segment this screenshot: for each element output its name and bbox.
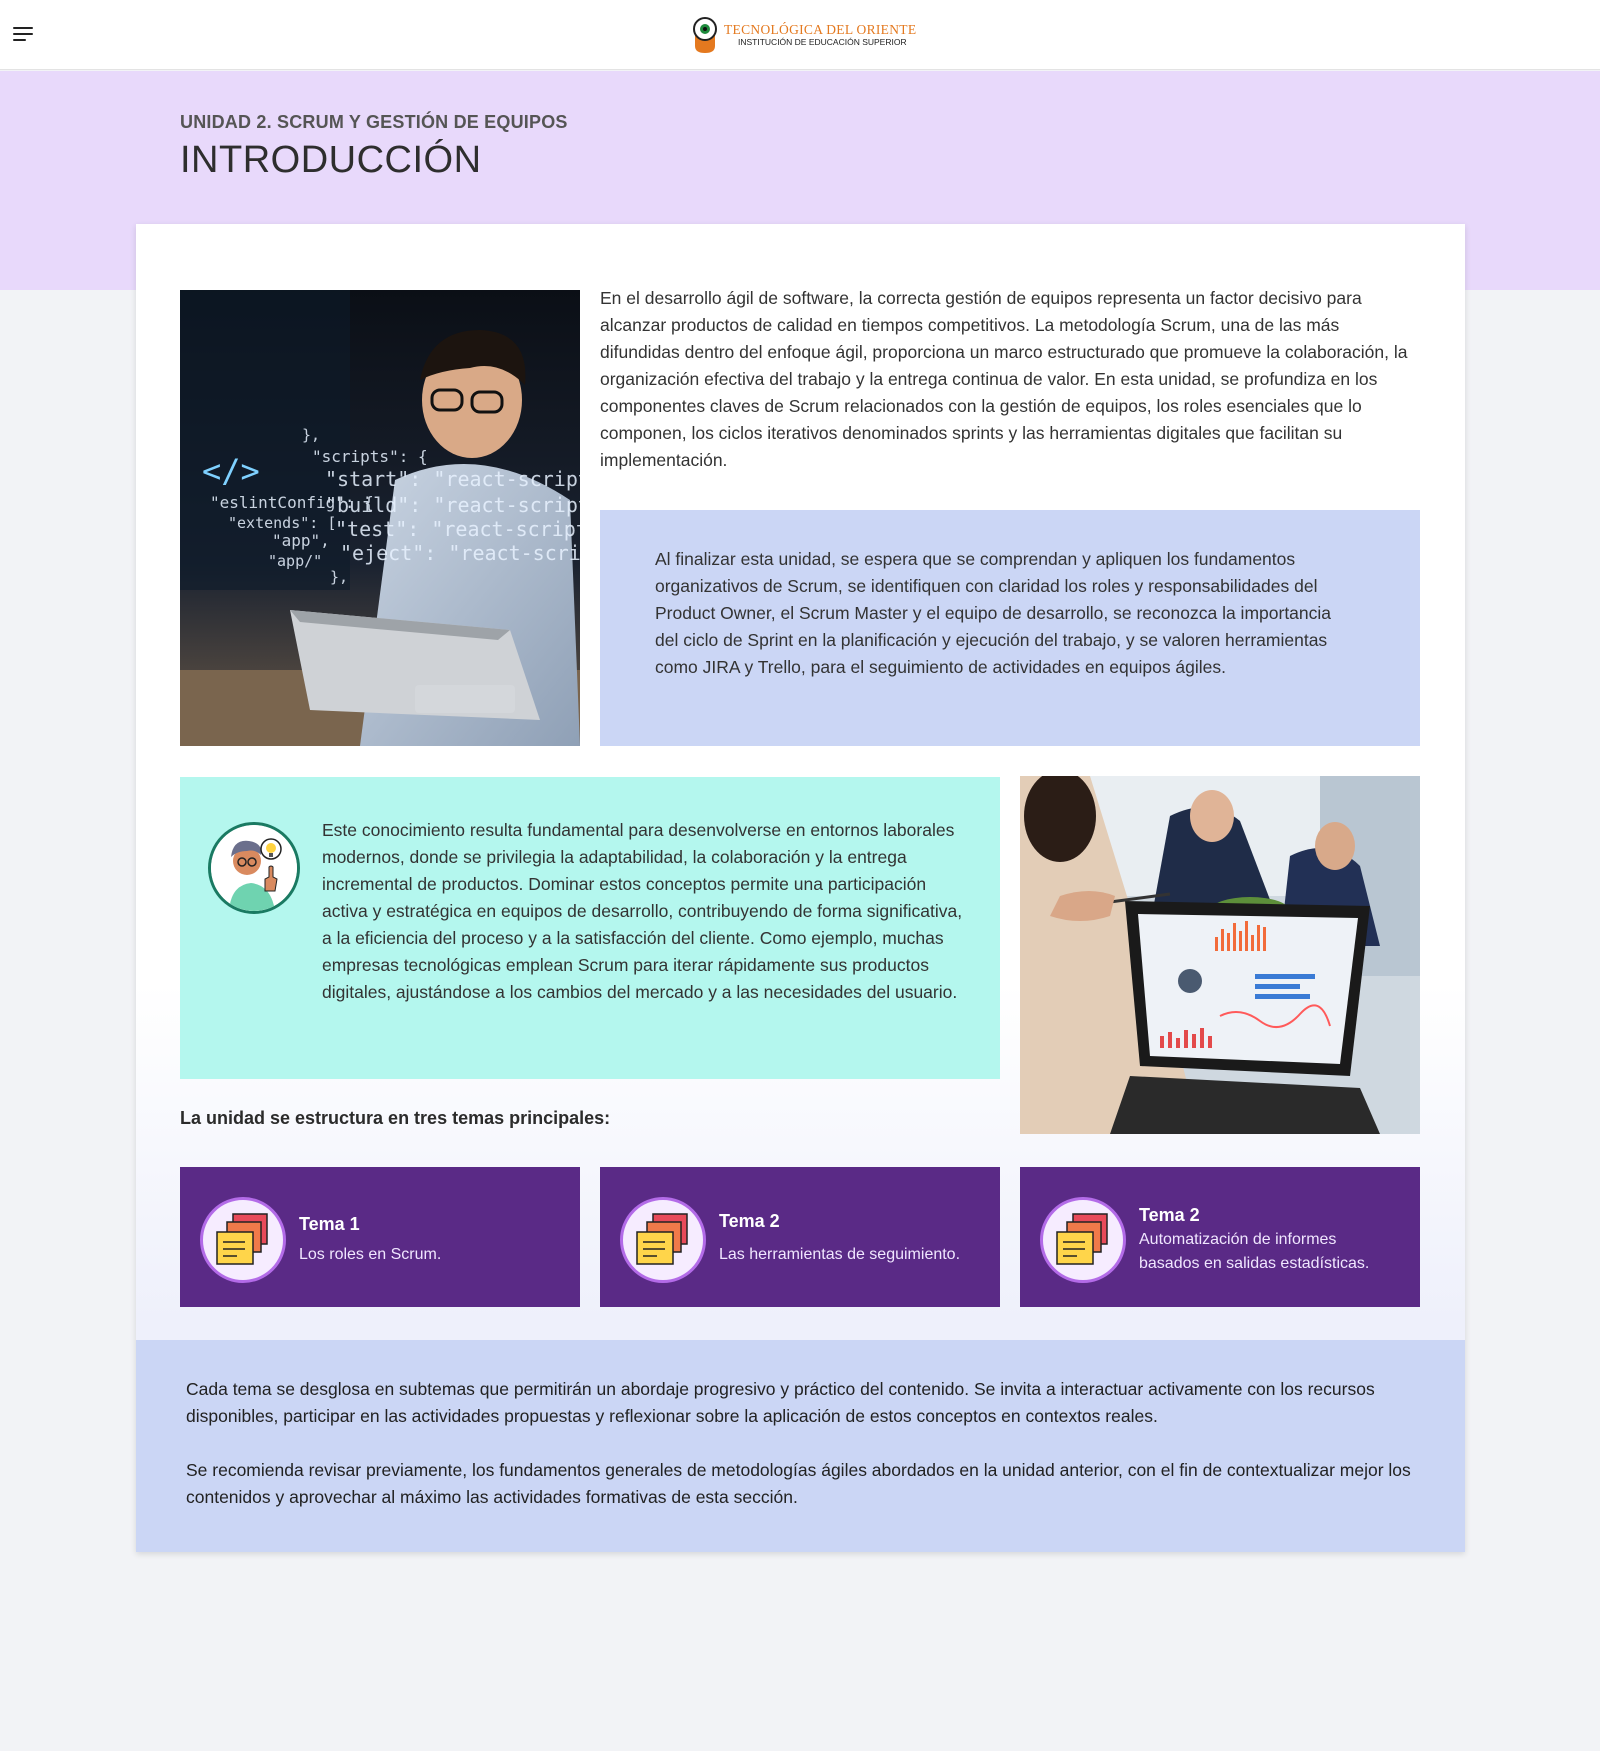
screen-bar xyxy=(1160,1036,1164,1048)
code-line: "start": "react-scripts start", xyxy=(325,467,580,491)
code-line: "extends": [ xyxy=(228,514,336,532)
screen-bar xyxy=(1168,1032,1172,1048)
intro-paragraph: En el desarrollo ágil de software, la co… xyxy=(600,288,1408,470)
institution-logo[interactable]: TECNOLÓGICA DEL ORIENTE INSTITUCIÓN DE E… xyxy=(692,14,916,56)
code-line: "test": "react-scripts test", xyxy=(335,517,580,541)
svg-text:</>: </> xyxy=(202,452,260,490)
objectives-paragraph: Al finalizar esta unidad, se espera que … xyxy=(655,549,1332,677)
screen-bar xyxy=(1227,933,1230,951)
hamburger-menu-icon[interactable] xyxy=(13,27,35,43)
page-title: INTRODUCCIÓN xyxy=(180,139,482,181)
objectives-box: Al finalizar esta unidad, se espera que … xyxy=(600,510,1420,746)
team-meeting-analytics-image xyxy=(1020,776,1420,1134)
topic-card-3[interactable]: Tema 2 Automatización de informes basado… xyxy=(1020,1167,1420,1307)
sticky-notes-icon xyxy=(620,1197,706,1283)
code-line: "app", xyxy=(272,531,330,550)
logo-subtitle: INSTITUCIÓN DE EDUCACIÓN SUPERIOR xyxy=(738,36,907,47)
screen-bar xyxy=(1233,923,1236,951)
closing-paragraph-1: Cada tema se desglosa en subtemas que pe… xyxy=(186,1379,1375,1426)
screen-bar xyxy=(1200,1028,1204,1048)
person-idea-icon xyxy=(208,822,300,914)
screen-bar xyxy=(1257,925,1260,951)
screen-bar xyxy=(1221,929,1224,951)
developer-coding-image: }, "scripts": {"start": "react-scripts st… xyxy=(180,290,580,746)
screen-bar xyxy=(1192,1034,1196,1048)
code-line: }, xyxy=(330,568,348,586)
logo-mark-icon xyxy=(692,16,718,54)
closing-paragraph-2: Se recomienda revisar previamente, los f… xyxy=(186,1460,1411,1507)
topic-description: Los roles en Scrum. xyxy=(299,1246,442,1263)
structure-label: La unidad se estructura en tres temas pr… xyxy=(180,1108,611,1128)
unit-label: UNIDAD 2. SCRUM Y GESTIÓN DE EQUIPOS xyxy=(180,112,568,132)
sticky-notes-icon xyxy=(200,1197,286,1283)
topic-description: Automatización de informes basados en sa… xyxy=(1139,1231,1370,1272)
screen-bar xyxy=(1215,937,1218,951)
screen-bar xyxy=(1251,935,1254,951)
sticky-notes-icon xyxy=(1040,1197,1126,1283)
closing-box: Cada tema se desglosa en subtemas que pe… xyxy=(136,1340,1465,1552)
code-line: "eslintConfig": { xyxy=(210,493,374,512)
topic-title: Tema 2 xyxy=(1139,1205,1200,1225)
topic-title: Tema 2 xyxy=(719,1211,780,1231)
screen-bar xyxy=(1245,921,1248,951)
top-bar: TECNOLÓGICA DEL ORIENTE INSTITUCIÓN DE E… xyxy=(0,0,1600,70)
topic-description: Las herramientas de seguimiento. xyxy=(719,1246,961,1263)
topic-title: Tema 1 xyxy=(299,1214,360,1234)
screen-bar xyxy=(1263,927,1266,951)
context-paragraph: Este conocimiento resulta fundamental pa… xyxy=(322,820,963,1002)
topic-card-2[interactable]: Tema 2 Las herramientas de seguimiento. xyxy=(600,1167,1000,1307)
context-box: Este conocimiento resulta fundamental pa… xyxy=(180,777,1000,1079)
screen-bar xyxy=(1176,1038,1180,1048)
screen-bar xyxy=(1208,1036,1212,1048)
code-line: }, xyxy=(302,426,320,444)
screen-bar xyxy=(1239,931,1242,951)
topic-card-1[interactable]: Tema 1 Los roles en Scrum. xyxy=(180,1167,580,1307)
screen-bar xyxy=(1184,1030,1188,1048)
code-line: "app/" xyxy=(268,552,322,570)
logo-name: TECNOLÓGICA DEL ORIENTE xyxy=(724,21,917,37)
code-line: "scripts": { xyxy=(312,447,428,466)
code-line: "eject": "react-scripts eject" xyxy=(340,541,580,565)
